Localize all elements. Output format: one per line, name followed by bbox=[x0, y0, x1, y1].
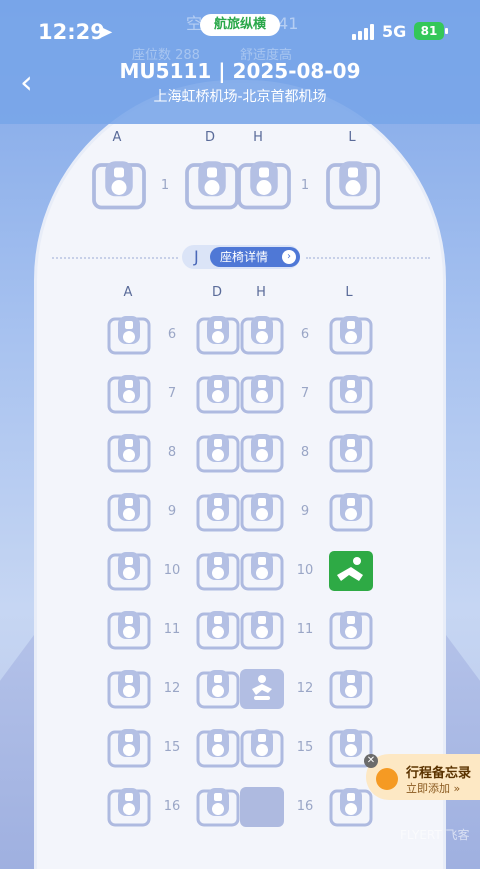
row-number: 9 bbox=[300, 504, 310, 519]
seat-11l[interactable] bbox=[329, 610, 373, 650]
seat-15a[interactable] bbox=[107, 728, 151, 768]
watermark: FLYERT 飞客 bbox=[400, 828, 470, 842]
app-badge[interactable]: 航旅纵横 bbox=[200, 14, 280, 36]
column-label-h: H bbox=[256, 285, 266, 300]
column-label-a: A bbox=[123, 285, 133, 300]
row-number: 10 bbox=[163, 563, 181, 578]
seat-8a[interactable] bbox=[107, 433, 151, 473]
seat-12a[interactable] bbox=[107, 669, 151, 709]
column-label-l: L bbox=[348, 130, 356, 145]
seat-16a[interactable] bbox=[107, 787, 151, 827]
seat-11d[interactable] bbox=[196, 610, 240, 650]
section-letter: J bbox=[194, 247, 199, 266]
seat-1a[interactable] bbox=[91, 160, 147, 210]
seat-7l[interactable] bbox=[329, 374, 373, 414]
header: 12:29 ➤ 空 41 航旅纵横 5G 81 座位数 288 舒适度高 ‹ MU5… bbox=[0, 0, 480, 124]
memo-add-link[interactable]: 立即添加 » bbox=[406, 780, 460, 796]
seat-6a[interactable] bbox=[107, 315, 151, 355]
chevron-right-icon: › bbox=[282, 250, 296, 264]
row-number: 7 bbox=[167, 386, 177, 401]
seat-10a[interactable] bbox=[107, 551, 151, 591]
seat-1h[interactable] bbox=[236, 160, 292, 210]
battery-icon: 81 bbox=[414, 22, 448, 40]
row-number: 1 bbox=[160, 178, 170, 193]
row-number: 11 bbox=[163, 622, 181, 637]
row-number: 16 bbox=[163, 799, 181, 814]
status-time: 12:29 bbox=[38, 20, 105, 44]
seat-6l[interactable] bbox=[329, 315, 373, 355]
close-icon[interactable]: ✕ bbox=[364, 754, 378, 768]
row-number: 15 bbox=[163, 740, 181, 755]
row-number: 9 bbox=[167, 504, 177, 519]
row-number: 16 bbox=[296, 799, 314, 814]
row-number: 11 bbox=[296, 622, 314, 637]
seat-11h[interactable] bbox=[240, 610, 284, 650]
seat-7h[interactable] bbox=[240, 374, 284, 414]
battery-level: 81 bbox=[420, 24, 438, 38]
column-label-l: L bbox=[345, 285, 353, 300]
row-number: 8 bbox=[167, 445, 177, 460]
row-number: 7 bbox=[300, 386, 310, 401]
column-label-d: D bbox=[204, 130, 215, 145]
flight-title: MU5111 | 2025-08-09 bbox=[119, 59, 361, 83]
row-number: 6 bbox=[167, 327, 177, 342]
seat-9d[interactable] bbox=[196, 492, 240, 532]
seat-12d[interactable] bbox=[196, 669, 240, 709]
section-divider-left bbox=[52, 257, 178, 259]
seat-12l[interactable] bbox=[329, 669, 373, 709]
seat-1d[interactable] bbox=[184, 160, 240, 210]
memo-title: 行程备忘录 bbox=[406, 766, 472, 781]
seat-9a[interactable] bbox=[107, 492, 151, 532]
seat-6d[interactable] bbox=[196, 315, 240, 355]
seat-10h[interactable] bbox=[240, 551, 284, 591]
seat-8h[interactable] bbox=[240, 433, 284, 473]
row-number: 6 bbox=[300, 327, 310, 342]
location-arrow-icon: ➤ bbox=[98, 22, 114, 43]
column-label-a: A bbox=[112, 130, 122, 145]
row-number: 10 bbox=[296, 563, 314, 578]
seat-10d[interactable] bbox=[196, 551, 240, 591]
row-number: 12 bbox=[163, 681, 181, 696]
seat-15d[interactable] bbox=[196, 728, 240, 768]
seat-9l[interactable] bbox=[329, 492, 373, 532]
seat-detail-button[interactable]: 座椅详情 › bbox=[210, 247, 300, 267]
row-number: 8 bbox=[300, 445, 310, 460]
seat-detail-label: 座椅详情 bbox=[220, 250, 269, 264]
column-label-d: D bbox=[211, 285, 222, 300]
seat-7a[interactable] bbox=[107, 374, 151, 414]
seat-15h[interactable] bbox=[240, 728, 284, 768]
row-number: 1 bbox=[300, 178, 310, 193]
trip-memo-card[interactable]: 行程备忘录 立即添加 » bbox=[366, 754, 480, 800]
seat-6h[interactable] bbox=[240, 315, 284, 355]
column-label-h: H bbox=[253, 130, 263, 145]
seat-16l[interactable] bbox=[329, 787, 373, 827]
section-divider-right bbox=[306, 257, 430, 259]
seat-1l[interactable] bbox=[325, 160, 381, 210]
seat-7d[interactable] bbox=[196, 374, 240, 414]
seat-8d[interactable] bbox=[196, 433, 240, 473]
row-number: 15 bbox=[296, 740, 314, 755]
seat-11a[interactable] bbox=[107, 610, 151, 650]
flight-route: 上海虹桥机场-北京首都机场 bbox=[153, 89, 327, 105]
seat-12h[interactable] bbox=[240, 669, 284, 709]
network-type: 5G bbox=[382, 22, 407, 41]
memo-icon bbox=[376, 768, 398, 790]
seat-10l[interactable] bbox=[329, 551, 373, 591]
row-number: 12 bbox=[296, 681, 314, 696]
seat-9h[interactable] bbox=[240, 492, 284, 532]
seat-8l[interactable] bbox=[329, 433, 373, 473]
signal-icon bbox=[352, 24, 376, 40]
seat-16h[interactable] bbox=[240, 787, 284, 827]
seat-16d[interactable] bbox=[196, 787, 240, 827]
